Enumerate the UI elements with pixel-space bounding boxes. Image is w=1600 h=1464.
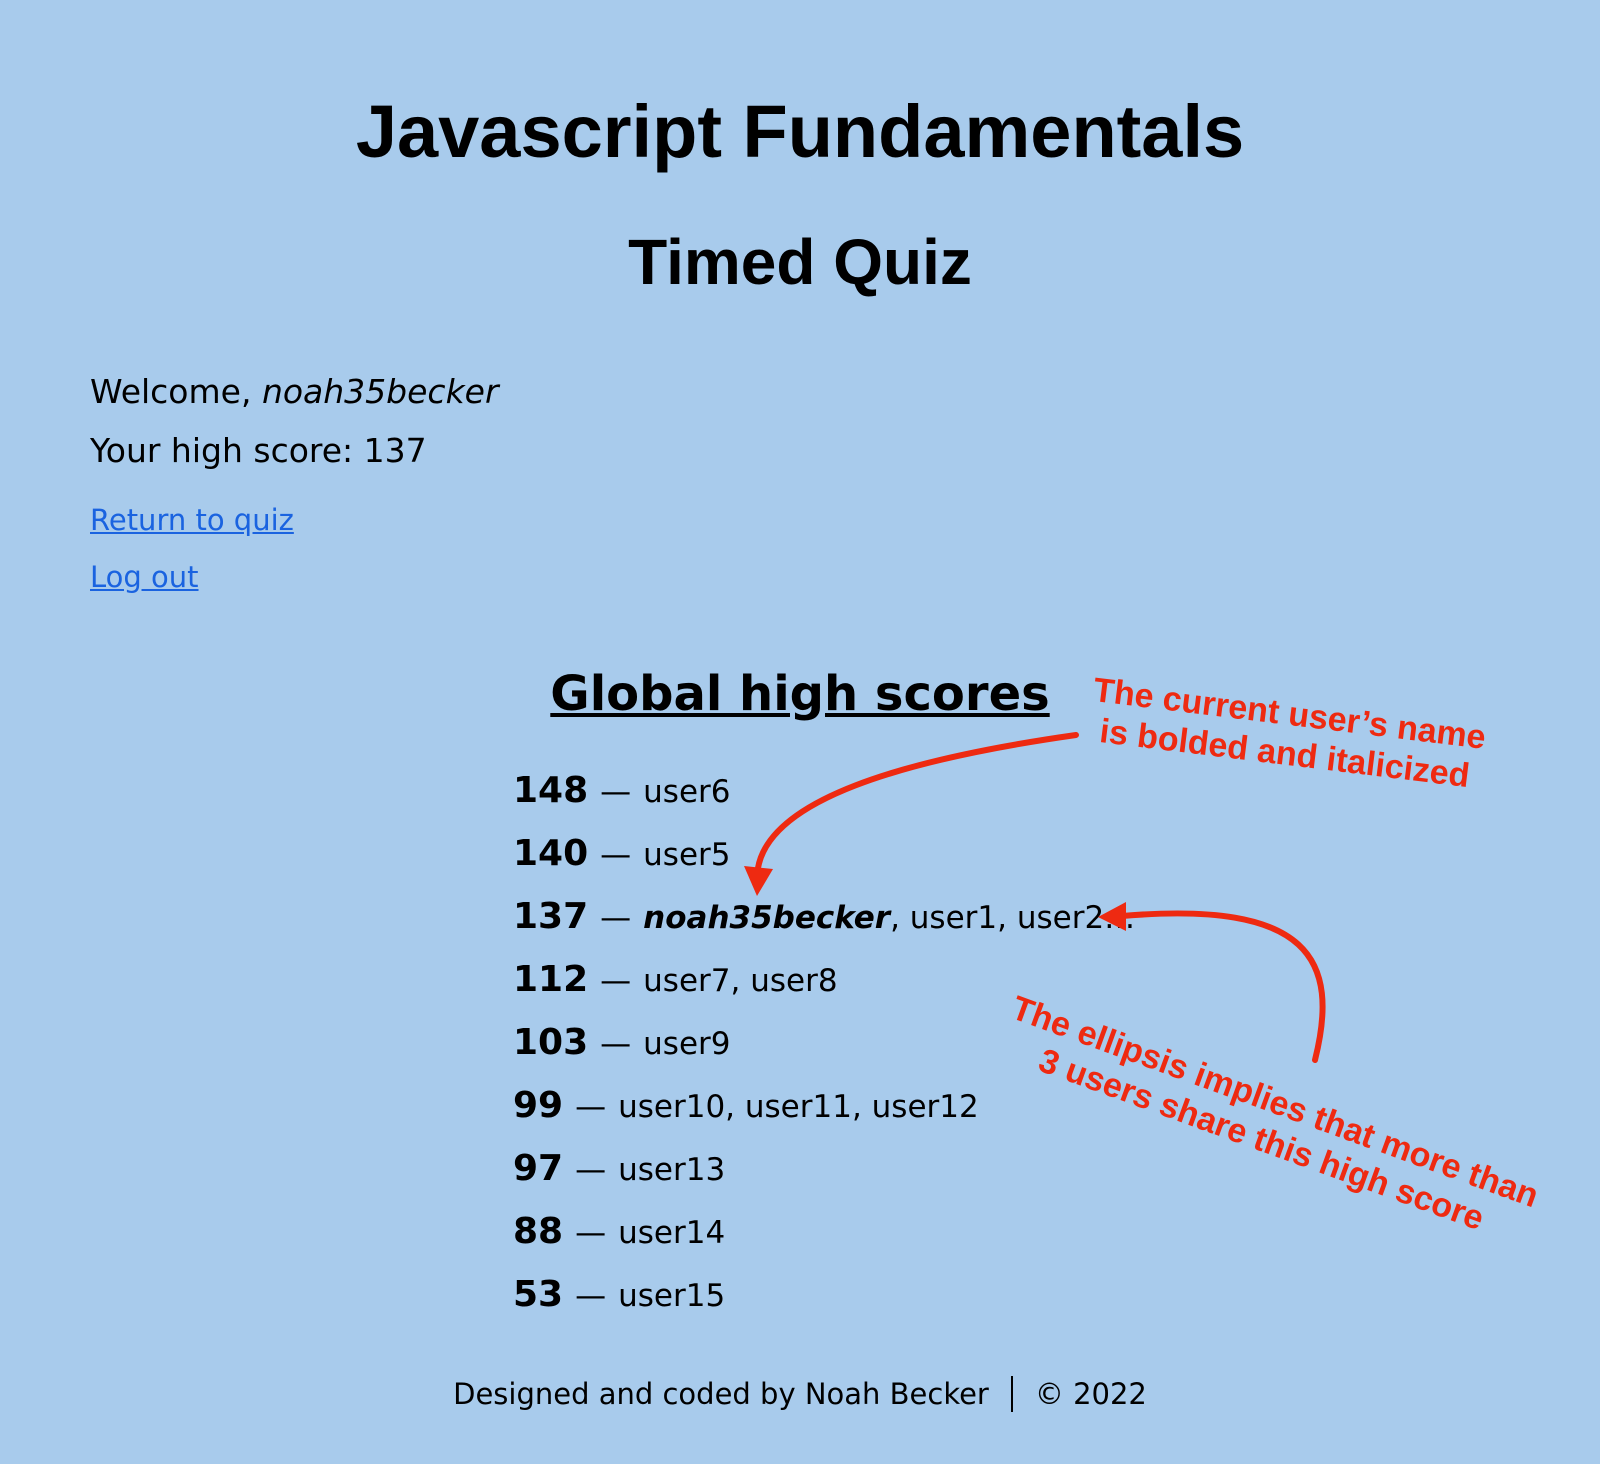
score-users: user6 (643, 774, 731, 810)
score-value: 99 (513, 1085, 564, 1126)
page-subtitle: Timed Quiz (628, 226, 972, 298)
current-user-name: noah35becker (643, 900, 891, 936)
score-value: 112 (513, 959, 589, 1000)
footer: Designed and coded by Noah Becker © 2022 (0, 1374, 1600, 1416)
score-value: 103 (513, 1022, 589, 1063)
score-row: 97 — user13 (513, 1141, 1135, 1204)
score-separator: — (600, 900, 632, 936)
footer-divider (1010, 1376, 1013, 1412)
high-score-label: Your high score: (90, 431, 364, 470)
score-value: 148 (513, 770, 589, 811)
user-high-score-value: 137 (363, 431, 427, 470)
return-to-quiz-link[interactable]: Return to quiz (90, 500, 294, 540)
nav-links: Return to quiz Log out (90, 500, 294, 614)
score-row: 53 — user15 (513, 1267, 1135, 1330)
footer-copyright: © 2022 (1034, 1377, 1147, 1411)
welcome-label: Welcome, (90, 372, 262, 411)
score-separator: — (600, 1026, 632, 1062)
score-value: 88 (513, 1211, 564, 1252)
user-high-score-line: Your high score: 137 (90, 429, 499, 473)
score-separator: — (600, 837, 632, 873)
score-users: , user1, user2… (890, 900, 1136, 936)
score-separator: — (575, 1215, 607, 1251)
welcome-line: Welcome, noah35becker (90, 370, 499, 414)
score-separator: — (575, 1278, 607, 1314)
score-row: 99 — user10, user11, user12 (513, 1078, 1135, 1141)
score-users: user14 (618, 1215, 726, 1251)
score-users: user13 (618, 1152, 726, 1188)
score-users: user15 (618, 1278, 726, 1314)
score-row: 140 — user5 (513, 826, 1135, 889)
footer-credit: Designed and coded by Noah Becker (453, 1377, 989, 1411)
score-users: user9 (643, 1026, 731, 1062)
user-info: Welcome, noah35becker Your high score: 1… (90, 370, 499, 488)
score-separator: — (575, 1152, 607, 1188)
score-row: 137 — noah35becker, user1, user2… (513, 889, 1135, 952)
score-users: user5 (643, 837, 731, 873)
score-row: 88 — user14 (513, 1204, 1135, 1267)
score-separator: — (600, 774, 632, 810)
score-value: 97 (513, 1148, 564, 1189)
page-title: Javascript Fundamentals (355, 90, 1245, 173)
log-out-link[interactable]: Log out (90, 557, 294, 597)
score-value: 53 (513, 1274, 564, 1315)
score-users: user10, user11, user12 (618, 1089, 979, 1125)
score-row: 148 — user6 (513, 763, 1135, 826)
score-users: user7, user8 (643, 963, 838, 999)
score-separator: — (600, 963, 632, 999)
welcome-username: noah35becker (261, 372, 499, 411)
score-separator: — (575, 1089, 607, 1125)
score-value: 140 (513, 833, 589, 874)
score-value: 137 (513, 896, 589, 937)
